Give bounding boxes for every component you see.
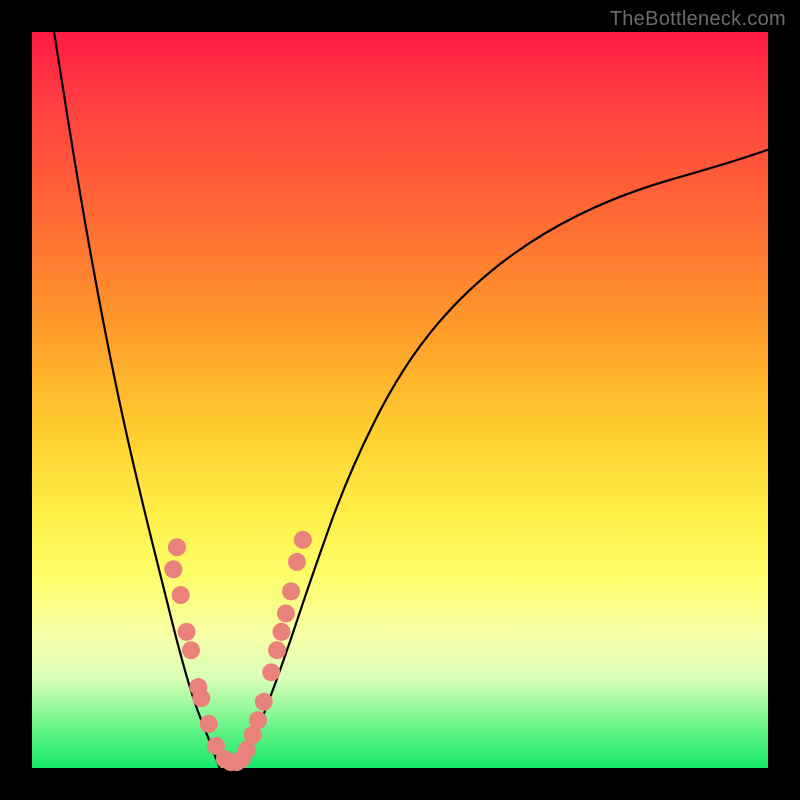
chart-marker — [182, 641, 200, 659]
chart-marker — [262, 663, 280, 681]
watermark-text: TheBottleneck.com — [610, 8, 786, 31]
chart-marker — [164, 560, 182, 578]
chart-marker — [268, 641, 286, 659]
chart-marker — [288, 553, 306, 571]
chart-marker — [282, 582, 300, 600]
chart-marker — [178, 623, 196, 641]
chart-plot-area — [32, 32, 768, 768]
chart-svg — [32, 32, 768, 768]
chart-marker — [255, 693, 273, 711]
chart-marker — [192, 689, 210, 707]
right-curve — [242, 150, 768, 768]
chart-marker — [172, 586, 190, 604]
chart-marker — [277, 604, 295, 622]
chart-marker — [249, 711, 267, 729]
chart-marker — [294, 531, 312, 549]
chart-marker — [200, 715, 218, 733]
chart-marker — [273, 623, 291, 641]
chart-marker — [168, 538, 186, 556]
chart-markers — [164, 531, 312, 771]
